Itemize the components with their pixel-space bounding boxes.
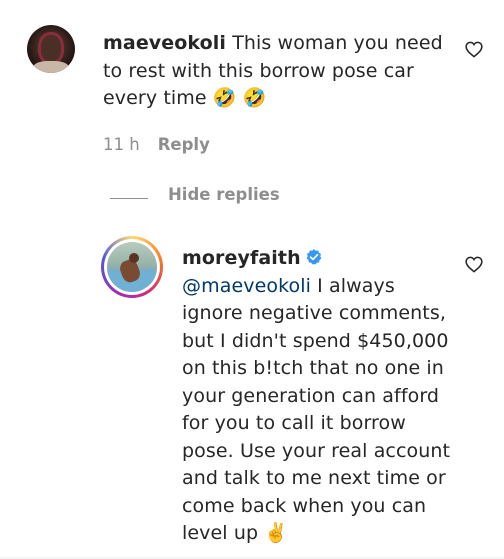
mention-link[interactable]: @maeveokoli [182,275,311,297]
heart-outline-icon[interactable] [465,256,483,273]
victory-hand-emoji: ✌️ [264,522,289,544]
rofl-emoji: 🤣 🤣 [212,87,267,109]
comment-line-1: maeveokoli This woman you need [103,30,463,58]
story-ring[interactable] [101,236,163,298]
comment-line-2: to rest with this borrow pose car [103,59,414,82]
reply-line-5: your generation can afford [182,384,440,407]
reply-line-9: come back when you can [182,494,427,517]
avatar-head [129,253,139,263]
reply-line-6: for you to call it borrow [182,412,406,434]
reply-line-4: on this b!tch that no one in [182,357,444,379]
comment-time: 11 h [103,135,140,154]
comment-meta: 11 h Reply [103,135,210,154]
verified-badge-icon [306,249,322,265]
reply-text-part: level up [182,522,259,544]
reply-username[interactable]: moreyfaith [182,247,301,269]
reply-line-2: ignore negative comments, [182,302,446,324]
comment-text: maeveokoli This woman you need to rest w… [103,30,463,113]
reply-line-3: but I didn't spend $450,000 [182,329,449,352]
avatar-face [41,35,61,61]
comment-username[interactable]: maeveokoli [103,32,226,54]
reply-button[interactable]: Reply [158,135,210,154]
reply-line-8: and talk to me next time or [182,467,446,489]
reply-line-1: @maeveokoli I always [182,273,452,301]
reply-text-part: I always [311,274,395,297]
comment-text-part: This woman you need [232,32,443,54]
reply-text: moreyfaith @maeveokoli I always ignore n… [182,245,452,548]
reply-line-7: pose. Use your real account [182,439,451,462]
avatar-maeveokoli[interactable] [27,25,75,73]
hide-replies-button[interactable]: Hide replies [168,185,280,204]
comment-line-3: every time 🤣 🤣 [103,85,463,113]
hide-replies-divider [110,198,148,199]
avatar-moreyfaith [107,242,157,292]
avatar-clothing [33,61,69,73]
reply-line-10: level up ✌️ [182,520,452,548]
reply-header: moreyfaith [182,245,452,273]
comment-text-part: every time [103,87,207,109]
heart-outline-icon[interactable] [465,41,483,58]
